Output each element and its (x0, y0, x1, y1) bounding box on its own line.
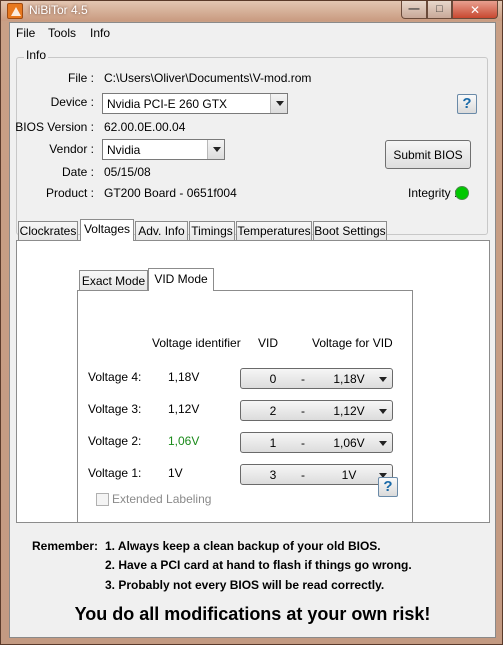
voltage-2-vid-select[interactable]: 1 - 1,06V (240, 432, 393, 453)
help-icon: ? (462, 95, 472, 112)
menu-tools[interactable]: Tools (48, 26, 76, 40)
integrity-label: Integrity : (408, 186, 458, 200)
vid-mode-panel: Voltage identifier VID Voltage for VID V… (77, 290, 413, 523)
tab-timings[interactable]: Timings (189, 221, 235, 240)
subtab-exact-mode[interactable]: Exact Mode (79, 270, 148, 290)
tab-clockrates[interactable]: Clockrates (18, 221, 78, 240)
chevron-down-icon[interactable] (270, 94, 287, 113)
extended-labeling-checkbox[interactable] (96, 493, 109, 506)
chevron-down-icon[interactable] (207, 140, 224, 159)
chevron-down-icon (379, 409, 387, 414)
submit-bios-button[interactable]: Submit BIOS (385, 140, 471, 169)
vendor-select[interactable]: Nvidia (102, 139, 225, 160)
chevron-down-icon (379, 377, 387, 382)
client-area: File Tools Info Info File : C:\Users\Oli… (9, 22, 496, 638)
subtab-vid-mode[interactable]: VID Mode (148, 268, 214, 291)
voltage-4-vid-voltage: 1,18V (333, 372, 365, 386)
voltages-tab-panel: Exact Mode VID Mode Voltage identifier V… (16, 240, 490, 523)
help-button[interactable]: ? (457, 94, 477, 114)
voltage-3-vid: 2 (269, 404, 277, 418)
remember-line-1: 1. Always keep a clean backup of your ol… (105, 539, 381, 553)
nibitor-app-icon[interactable] (7, 3, 23, 19)
remember-title: Remember: (32, 539, 99, 553)
vid-help-button[interactable]: ? (378, 477, 398, 497)
separator: - (301, 372, 305, 386)
menu-file[interactable]: File (16, 26, 35, 40)
header-voltage-for-vid: Voltage for VID (312, 336, 393, 350)
vendor-label: Vendor : (49, 142, 94, 156)
header-vid: VID (258, 336, 279, 350)
voltage-2-label: Voltage 2: (88, 434, 142, 448)
header-voltage-identifier: Voltage identifier (152, 336, 241, 350)
product-value: GT200 Board - 0651f004 (104, 186, 237, 200)
voltage-1-identifier: 1V (168, 466, 183, 480)
integrity-status-indicator (455, 186, 469, 200)
voltage-1-vid-select[interactable]: 3 - 1V (240, 464, 393, 485)
vendor-select-value: Nvidia (107, 143, 141, 157)
file-label: File : (67, 71, 94, 85)
remember-line-2: 2. Have a PCI card at hand to flash if t… (105, 558, 412, 572)
info-legend: Info (24, 48, 49, 62)
file-value: C:\Users\Oliver\Documents\V-mod.rom (104, 71, 312, 85)
device-select[interactable]: Nvidia PCI-E 260 GTX (102, 93, 288, 114)
minimize-icon: — (408, 3, 420, 15)
date-label: Date : (61, 165, 94, 179)
device-select-value: Nvidia PCI-E 260 GTX (107, 97, 228, 111)
tab-adv-info[interactable]: Adv. Info (135, 221, 188, 240)
menu-bar: File Tools Info (10, 23, 495, 43)
voltage-2-vid: 1 (269, 436, 277, 450)
voltage-1-vid: 3 (269, 468, 277, 482)
voltage-3-label: Voltage 3: (88, 402, 142, 416)
voltage-3-vid-voltage: 1,12V (333, 404, 365, 418)
window-title: NiBiTor 4.5 (29, 3, 88, 17)
app-window: NiBiTor 4.5 — □ ✕ File Tools Info Info F… (0, 0, 503, 645)
bios-version-label: BIOS Version : (15, 120, 94, 134)
voltage-4-vid: 0 (269, 372, 277, 386)
risk-warning: You do all modifications at your own ris… (74, 604, 431, 624)
maximize-icon: □ (436, 3, 443, 15)
tab-temperatures[interactable]: Temperatures (236, 221, 312, 240)
voltage-2-vid-voltage: 1,06V (333, 436, 365, 450)
product-label: Product : (45, 186, 94, 200)
separator: - (301, 468, 305, 482)
voltage-2-identifier: 1,06V (168, 434, 200, 448)
separator: - (301, 436, 305, 450)
chevron-down-icon (379, 441, 387, 446)
extended-labeling-label: Extended Labeling (112, 492, 212, 506)
remember-line-3: 3. Probably not every BIOS will be read … (105, 578, 385, 592)
voltage-4-label: Voltage 4: (88, 370, 142, 384)
separator: - (301, 404, 305, 418)
bios-version-value: 62.00.0E.00.04 (104, 120, 186, 134)
date-value: 05/15/08 (104, 165, 151, 179)
help-icon: ? (383, 478, 393, 495)
voltage-1-label: Voltage 1: (88, 466, 142, 480)
voltage-4-vid-select[interactable]: 0 - 1,18V (240, 368, 393, 389)
close-icon: ✕ (469, 3, 481, 17)
voltage-3-vid-select[interactable]: 2 - 1,12V (240, 400, 393, 421)
tab-boot-settings[interactable]: Boot Settings (313, 221, 387, 240)
voltage-1-vid-voltage: 1V (341, 468, 357, 482)
menu-info[interactable]: Info (90, 26, 110, 40)
voltage-4-identifier: 1,18V (168, 370, 200, 384)
minimize-button[interactable]: — (401, 1, 427, 19)
device-label: Device : (50, 95, 94, 109)
title-bar[interactable]: NiBiTor 4.5 — □ ✕ (1, 1, 502, 21)
close-button[interactable]: ✕ (452, 1, 498, 19)
voltage-3-identifier: 1,12V (168, 402, 200, 416)
maximize-button[interactable]: □ (427, 1, 452, 19)
tab-voltages[interactable]: Voltages (80, 219, 134, 241)
